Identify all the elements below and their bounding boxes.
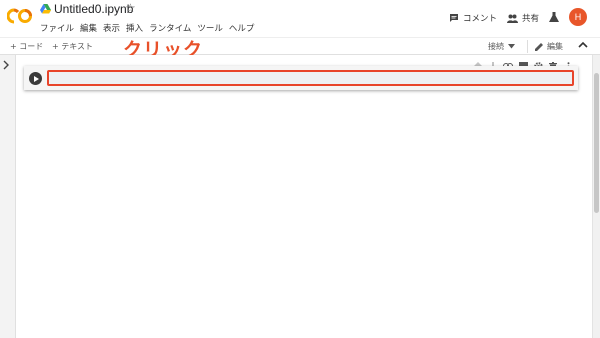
code-cell: [24, 66, 578, 90]
connect-label: 接続: [488, 42, 504, 51]
toolbar-divider: [527, 40, 528, 53]
chevron-down-icon: [508, 44, 515, 49]
comment-label: コメント: [463, 14, 498, 24]
notebook-toolbar: + コード + テキスト 接続 編集: [0, 37, 600, 55]
menu-file[interactable]: ファイル: [40, 22, 74, 34]
menu-edit[interactable]: 編集: [80, 22, 97, 34]
connect-button[interactable]: 接続: [488, 41, 515, 52]
code-cell-input[interactable]: [47, 70, 574, 86]
chevron-right-icon[interactable]: [2, 60, 10, 70]
edit-label: 編集: [547, 42, 563, 51]
people-icon: [507, 14, 518, 23]
drive-icon: [40, 4, 51, 14]
share-button[interactable]: 共有: [507, 12, 539, 24]
scrollbar-thumb[interactable]: [594, 73, 599, 213]
notebook-area: [16, 55, 592, 338]
side-panel-strip: [0, 55, 16, 338]
add-code-button[interactable]: + コード: [10, 41, 43, 52]
pencil-icon: [535, 43, 543, 51]
menu-runtime[interactable]: ランタイム: [149, 22, 191, 34]
comment-icon: [450, 14, 458, 22]
menu-view[interactable]: 表示: [103, 22, 120, 34]
share-label: 共有: [522, 14, 540, 24]
avatar[interactable]: H: [569, 8, 587, 26]
menu-bar: ファイル 編集 表示 挿入 ランタイム ツール ヘルプ: [40, 22, 254, 34]
run-cell-button[interactable]: [29, 72, 42, 85]
app-header: Untitled0.ipynb ☆ ファイル 編集 表示 挿入 ランタイム ツー…: [0, 0, 600, 37]
flask-icon[interactable]: [549, 12, 559, 23]
chevron-up-icon[interactable]: [578, 40, 588, 50]
star-icon[interactable]: ☆: [125, 1, 136, 15]
notebook-title[interactable]: Untitled0.ipynb: [54, 2, 133, 16]
colab-logo[interactable]: [7, 8, 33, 24]
comment-button[interactable]: コメント: [449, 12, 497, 24]
menu-tools[interactable]: ツール: [197, 22, 223, 34]
scrollbar[interactable]: [592, 55, 600, 338]
edit-button[interactable]: 編集: [535, 41, 563, 52]
menu-insert[interactable]: 挿入: [126, 22, 143, 34]
add-text-button[interactable]: + テキスト: [52, 41, 93, 52]
menu-help[interactable]: ヘルプ: [229, 22, 255, 34]
